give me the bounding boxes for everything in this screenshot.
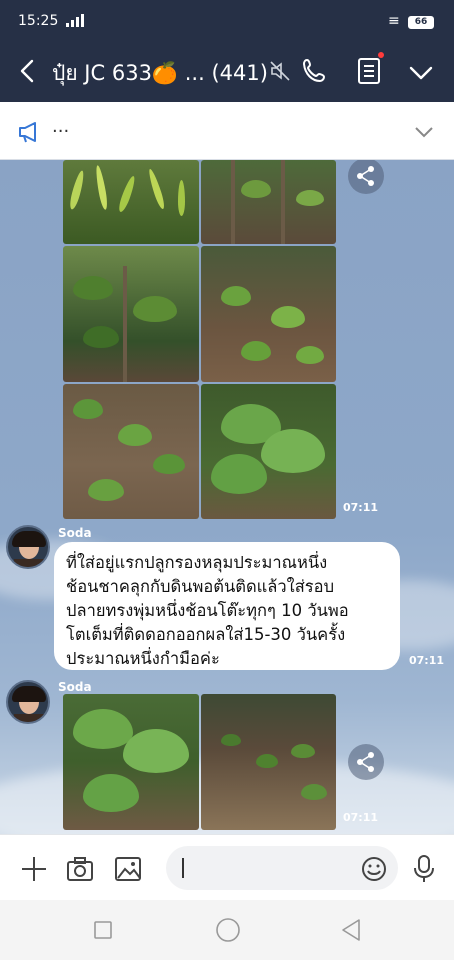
message-line: ที่ใส่อยู่แรกปลูกรองหลุมประมาณหนึ่ง <box>66 553 328 572</box>
chat-title[interactable]: ปุ๋ย JC 633🍊 ... (441) <box>52 57 268 90</box>
mute-icon <box>270 61 290 81</box>
sender-name: Soda <box>58 526 92 540</box>
image-icon[interactable] <box>114 856 142 882</box>
chevron-down-icon[interactable] <box>406 58 436 88</box>
message-line: โตเต็มที่ติดดอกออกผลใส่15-30 วันครั้ง <box>66 625 346 644</box>
message-line: ช้อนชาคลุกกับดินพอต้นติดแล้วใส่รอบ <box>66 577 335 596</box>
megaphone-icon <box>19 122 36 143</box>
message-bubble[interactable]: ที่ใส่อยู่แรกปลูกรองหลุมประมาณหนึ่ง ช้อน… <box>54 542 400 670</box>
avatar[interactable] <box>6 680 50 724</box>
announcement-bar[interactable]: ... <box>0 102 454 160</box>
home-icon[interactable] <box>215 917 241 943</box>
system-nav-bar <box>0 900 454 960</box>
photo-chili-bush[interactable] <box>63 246 199 382</box>
sender-name: Soda <box>58 680 92 694</box>
chat-area[interactable]: 07:11 Soda ที่ใส่อยู่แรกปลูกรองหลุมประมา… <box>0 160 454 834</box>
vibrate-icon: ≡ <box>388 13 400 29</box>
recents-icon[interactable] <box>93 920 113 940</box>
avatar[interactable] <box>6 525 50 569</box>
photo-plant-stakes[interactable] <box>201 160 336 244</box>
camera-icon[interactable] <box>66 856 94 882</box>
message-line: ประมาณหนึ่งกำมือค่ะ <box>66 649 220 668</box>
notes-icon[interactable] <box>355 56 383 86</box>
chat-header: ปุ๋ย JC 633🍊 ... (441) <box>0 44 454 102</box>
status-time: 15:25 <box>18 13 59 29</box>
announcement-text: ... <box>52 116 70 137</box>
message-input[interactable] <box>166 846 398 890</box>
message-time: 07:11 <box>343 501 379 514</box>
back-arrow-icon[interactable] <box>14 56 44 86</box>
photo-chili-plant[interactable] <box>63 160 199 244</box>
photo-eggplant-rows[interactable] <box>63 384 199 519</box>
plus-icon[interactable] <box>20 855 48 883</box>
share-icon[interactable] <box>348 744 384 780</box>
photo-eggplant-closeup[interactable] <box>63 694 199 830</box>
battery-icon: 66 <box>408 16 434 29</box>
emoji-icon[interactable] <box>361 856 387 882</box>
text-caret <box>182 858 184 878</box>
microphone-icon[interactable] <box>412 854 436 884</box>
photo-seedlings[interactable] <box>201 246 336 382</box>
status-bar: 15:25 ≡ 66 <box>0 0 454 44</box>
message-input-bar <box>0 834 454 900</box>
photo-garden-beds[interactable] <box>201 694 336 830</box>
share-icon[interactable] <box>348 160 384 194</box>
signal-icon <box>66 14 84 27</box>
photo-eggplant-leaves[interactable] <box>201 384 336 519</box>
notification-dot <box>378 52 384 58</box>
message-line: ปลายทรงพุ่มหนึ่งช้อนโต๊ะทุกๆ 10 วันพอ <box>66 601 349 620</box>
message-time: 07:11 <box>409 654 445 667</box>
call-icon[interactable] <box>300 56 330 86</box>
chevron-down-icon[interactable] <box>412 122 436 142</box>
back-icon[interactable] <box>340 918 362 942</box>
message-time: 07:11 <box>343 811 379 824</box>
